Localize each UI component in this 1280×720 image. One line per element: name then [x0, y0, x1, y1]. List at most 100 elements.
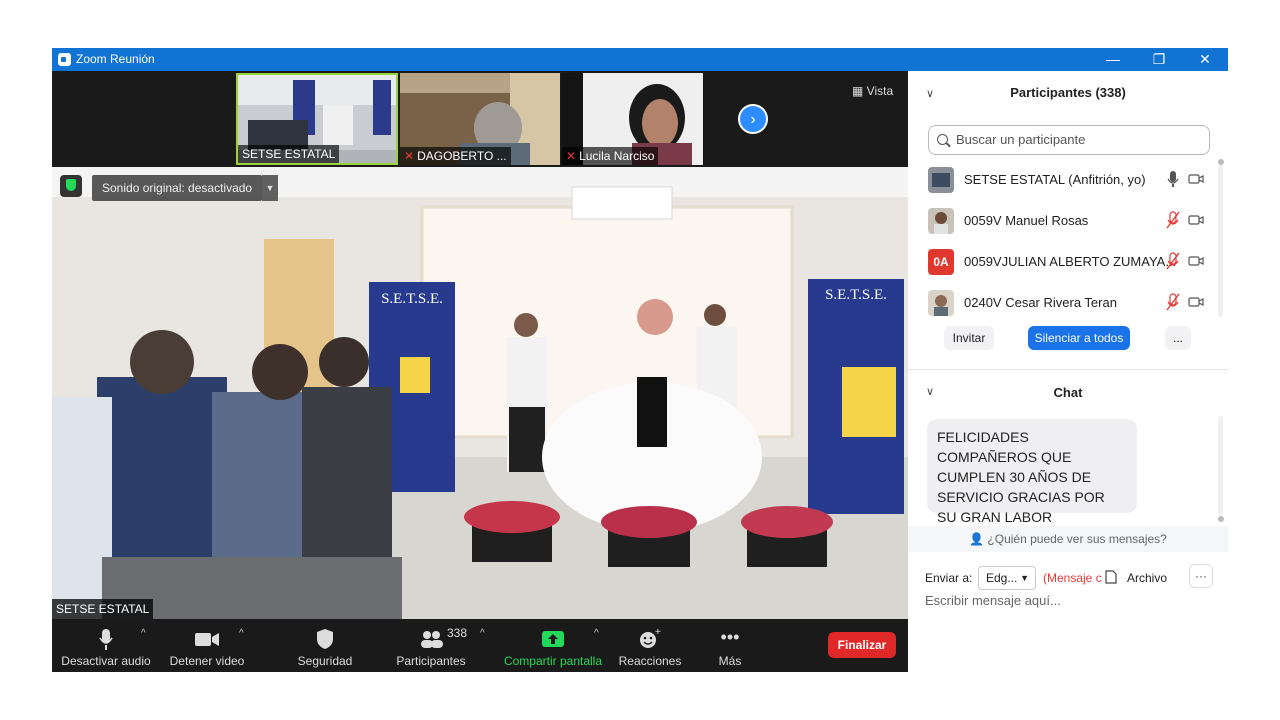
- banner-right-title: S.E.T.S.E.: [825, 287, 887, 303]
- muted-mic-icon: ✕: [566, 149, 577, 163]
- who-can-see-label: ¿Quién puede ver sus mensajes?: [987, 532, 1167, 546]
- next-page-arrow-icon[interactable]: ›: [738, 104, 768, 134]
- title-bar: Zoom Reunión — ❐ ✕: [52, 48, 1228, 71]
- share-options-chevron-icon[interactable]: ^: [594, 628, 599, 639]
- original-sound-dropdown-icon[interactable]: ▼: [262, 175, 278, 201]
- stop-video-label: Detener video: [169, 654, 245, 668]
- participant-row[interactable]: 0A 0059VJULIAN ALBERTO ZUMAYA...: [926, 241, 1208, 282]
- who-can-see-messages-link[interactable]: 👤 ¿Quién puede ver sus mensajes?: [908, 526, 1228, 552]
- thumbnail-name: DAGOBERTO ...: [417, 149, 507, 163]
- video-camera-icon[interactable]: [1188, 174, 1204, 184]
- thumbnail-label: ✕ DAGOBERTO ...: [400, 147, 511, 165]
- participants-scroll-thumb[interactable]: [1218, 159, 1224, 165]
- view-label: Vista: [866, 84, 894, 98]
- main-video-scene: S.E.T.S.E. S.E.T.S.E.: [52, 167, 908, 619]
- reactions-button[interactable]: + Reacciones: [616, 619, 684, 672]
- thumbnail-setse[interactable]: SETSE ESTATAL: [236, 73, 398, 165]
- thumbnail-dagoberto[interactable]: ✕ DAGOBERTO ...: [400, 73, 560, 165]
- more-label: Más: [718, 654, 742, 668]
- participants-label: Participantes: [396, 654, 466, 668]
- search-placeholder: Buscar un participante: [956, 132, 1086, 147]
- reactions-label: Reacciones: [618, 654, 682, 668]
- chat-message: FELICIDADES COMPAÑEROS QUE CUMPLEN 30 AÑ…: [927, 419, 1137, 525]
- direct-message-note: (Mensaje c: [1043, 571, 1102, 585]
- main-video: S.E.T.S.E. S.E.T.S.E. Sonido original: d…: [52, 167, 908, 619]
- security-label: Seguridad: [297, 654, 353, 668]
- invite-button[interactable]: Invitar: [944, 326, 994, 350]
- muted-mic-icon[interactable]: [1166, 252, 1180, 270]
- audio-options-chevron-icon[interactable]: ^: [141, 628, 146, 639]
- participants-options-chevron-icon[interactable]: ^: [480, 628, 485, 639]
- divider: [908, 369, 1228, 370]
- thumbnail-label: ✕ Lucila Narciso: [562, 147, 659, 165]
- stop-video-button[interactable]: Detener video: [164, 619, 250, 672]
- participant-count-badge: 338: [447, 626, 468, 640]
- mute-audio-button[interactable]: Desactivar audio: [60, 619, 152, 672]
- share-screen-icon: [500, 627, 606, 651]
- security-shield-icon[interactable]: [60, 175, 82, 197]
- participant-name: 0059VJULIAN ALBERTO ZUMAYA...: [964, 254, 1177, 269]
- more-dots-icon: •••: [720, 627, 740, 647]
- video-camera-icon[interactable]: [1188, 215, 1204, 225]
- video-camera-icon[interactable]: [1188, 256, 1204, 266]
- chevron-down-icon: ▼: [1020, 573, 1029, 583]
- minimize-button[interactable]: —: [1090, 48, 1136, 71]
- recipient-select[interactable]: Edg... ▼: [978, 566, 1036, 590]
- microphone-icon[interactable]: [1166, 170, 1180, 188]
- zoom-app-icon: [58, 53, 71, 66]
- grid-icon: ▦: [852, 84, 867, 98]
- send-to-label: Enviar a:: [925, 571, 973, 585]
- microphone-icon: [60, 627, 152, 651]
- chat-title: Chat: [1053, 385, 1083, 400]
- file-icon[interactable]: [1105, 566, 1117, 590]
- thumbnail-label: SETSE ESTATAL: [238, 145, 340, 163]
- participant-row[interactable]: 0059V Manuel Rosas: [926, 200, 1208, 241]
- svg-text:+: +: [655, 627, 661, 638]
- muted-mic-icon[interactable]: [1166, 211, 1180, 229]
- chat-scroll-thumb[interactable]: [1218, 516, 1224, 522]
- video-area: SETSE ESTATAL ✕ DAGOBERTO ... ✕ Lucila Nar…: [52, 71, 908, 672]
- chat-message-input[interactable]: Escribir mensaje aquí...: [925, 589, 1061, 613]
- chat-scrollbar[interactable]: [1218, 416, 1223, 516]
- participant-search-input[interactable]: Buscar un participante: [928, 125, 1210, 155]
- muted-mic-icon: ✕: [404, 149, 415, 163]
- file-button[interactable]: Archivo: [1127, 566, 1167, 590]
- restore-button[interactable]: ❐: [1136, 48, 1182, 71]
- end-meeting-button[interactable]: Finalizar: [828, 632, 896, 658]
- participants-more-button[interactable]: ...: [1165, 326, 1191, 350]
- window-title: Zoom Reunión: [76, 52, 155, 66]
- search-icon: [937, 134, 948, 145]
- avatar-initials: 0A: [928, 249, 954, 275]
- close-button[interactable]: ✕: [1182, 48, 1228, 71]
- more-button[interactable]: ••• Más: [702, 619, 758, 672]
- recipient-value: Edg...: [986, 571, 1018, 585]
- participant-name: SETSE ESTATAL (Anfitrión, yo): [964, 172, 1146, 187]
- zoom-window: Zoom Reunión — ❐ ✕ SETSE ESTATAL ✕ DAGOB…: [52, 48, 1228, 672]
- avatar: [928, 208, 954, 234]
- participant-name: 0059V Manuel Rosas: [964, 213, 1089, 228]
- shield-icon: [292, 627, 358, 651]
- share-screen-label: Compartir pantalla: [503, 654, 603, 668]
- original-sound-button[interactable]: Sonido original: desactivado: [92, 175, 263, 201]
- participants-panel-title: Participantes (338): [1010, 85, 1126, 100]
- participant-name: 0240V Cesar Rivera Teran: [964, 295, 1117, 310]
- video-options-chevron-icon[interactable]: ^: [239, 628, 244, 639]
- muted-mic-icon[interactable]: [1166, 293, 1180, 311]
- banner-left-title: S.E.T.S.E.: [381, 291, 443, 307]
- security-button[interactable]: Seguridad: [292, 619, 358, 672]
- thumbnail-name: Lucila Narciso: [579, 149, 655, 163]
- share-screen-button[interactable]: Compartir pantalla: [500, 619, 606, 672]
- participant-row[interactable]: 0240V Cesar Rivera Teran: [926, 282, 1208, 323]
- video-camera-icon[interactable]: [1188, 297, 1204, 307]
- sidebar: ∨ Participantes (338) Buscar un particip…: [908, 71, 1228, 672]
- chat-more-button[interactable]: ···: [1189, 564, 1213, 588]
- view-button[interactable]: ▦ Vista: [846, 81, 899, 101]
- thumbnail-lucila[interactable]: ✕ Lucila Narciso: [562, 73, 704, 165]
- meeting-toolbar: Desactivar audio ^ Detener video ^ Segur…: [52, 619, 908, 672]
- mute-audio-label: Desactivar audio: [61, 654, 151, 668]
- participants-scrollbar[interactable]: [1218, 165, 1223, 317]
- video-camera-icon: [164, 627, 250, 651]
- mute-all-button[interactable]: Silenciar a todos: [1028, 326, 1130, 350]
- avatar: [928, 167, 954, 193]
- participant-row[interactable]: SETSE ESTATAL (Anfitrión, yo): [926, 159, 1208, 200]
